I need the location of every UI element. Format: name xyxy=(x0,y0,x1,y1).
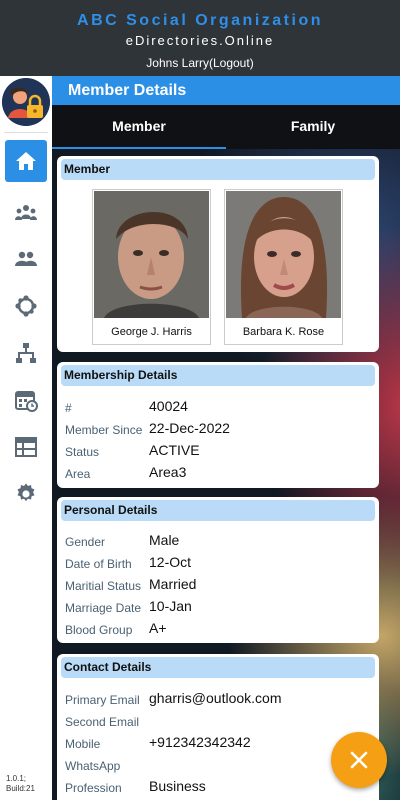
calendar-event-icon xyxy=(15,391,38,412)
contact-row: WhatsApp xyxy=(65,755,375,775)
membership-number-label: # xyxy=(65,401,72,415)
contact-row: Primary Email gharris@outlook.com xyxy=(65,689,375,709)
close-fab-button[interactable] xyxy=(331,732,387,788)
contact-details-card: Contact Details Primary Email gharris@ou… xyxy=(57,654,379,800)
status-label: Status xyxy=(65,445,100,459)
status-value: ACTIVE xyxy=(149,442,200,458)
sidebar: 1.0.1; Build:21 xyxy=(0,76,52,800)
personal-details-card: Personal Details Gender Male Date of Bir… xyxy=(57,497,379,643)
sidebar-item-table[interactable] xyxy=(5,426,47,468)
hierarchy-icon xyxy=(16,343,36,363)
contact-section-heading: Contact Details xyxy=(61,657,375,678)
member-photo-card[interactable]: George J. Harris xyxy=(92,189,211,345)
spouse-photo xyxy=(226,191,341,318)
member-name: George J. Harris xyxy=(111,326,192,338)
personal-row: Gender Male xyxy=(65,531,375,551)
marriage-date-value: 10-Jan xyxy=(149,598,192,614)
member-since-label: Member Since xyxy=(65,423,143,437)
page-title: Member Details xyxy=(68,82,187,99)
mobile-value[interactable]: +912342342342 xyxy=(149,734,251,750)
member-photo xyxy=(94,191,209,318)
personal-row: Marriage Date 10-Jan xyxy=(65,597,375,617)
app-header: ABC Social Organization eDirectories.Onl… xyxy=(0,0,400,76)
active-tab-indicator xyxy=(52,147,226,149)
close-icon xyxy=(350,751,368,769)
sidebar-divider xyxy=(4,132,48,133)
sidebar-item-hierarchy[interactable] xyxy=(5,332,47,374)
personal-row: Blood Group A+ xyxy=(65,619,375,639)
member-since-value: 22-Dec-2022 xyxy=(149,420,230,436)
membership-row: Member Since 22-Dec-2022 xyxy=(65,419,375,439)
membership-row: # 40024 xyxy=(65,397,375,417)
blood-group-label: Blood Group xyxy=(65,623,133,637)
sidebar-item-settings[interactable] xyxy=(5,473,47,515)
membership-section-heading: Membership Details xyxy=(61,365,375,386)
version-number: 1.0.1; xyxy=(6,774,27,783)
mobile-label: Mobile xyxy=(65,737,101,751)
organization-name: ABC Social Organization xyxy=(77,12,323,29)
dob-value: 12-Oct xyxy=(149,554,192,570)
tab-family[interactable]: Family xyxy=(226,105,400,149)
main-content: Member Details Member Family Member Geor… xyxy=(52,76,400,800)
user-logout-link[interactable]: Johns Larry(Logout) xyxy=(0,56,400,70)
sidebar-item-calendar[interactable] xyxy=(5,379,47,421)
marriage-date-label: Marriage Date xyxy=(65,601,142,615)
profession-label: Profession xyxy=(65,781,122,795)
community-icon xyxy=(15,205,37,220)
title-bar: Member Details xyxy=(52,76,400,105)
network-circle-icon xyxy=(15,295,37,317)
dob-label: Date of Birth xyxy=(65,557,132,571)
organization-site: eDirectories.Online xyxy=(125,33,275,48)
groups-icon xyxy=(15,251,37,266)
tab-bar: Member Family xyxy=(52,105,400,149)
area-label: Area xyxy=(65,467,91,481)
gender-label: Gender xyxy=(65,535,106,549)
profile-lock-icon[interactable] xyxy=(2,78,50,126)
member-card: Member George J. Harris Barbara K. Rose xyxy=(57,156,379,352)
table-icon xyxy=(15,437,37,457)
membership-number-value: 40024 xyxy=(149,398,188,414)
marital-status-label: Maritial Status xyxy=(65,579,142,593)
contact-row: Profession Business xyxy=(65,777,375,797)
spouse-photo-card[interactable]: Barbara K. Rose xyxy=(224,189,343,345)
primary-email-value[interactable]: gharris@outlook.com xyxy=(149,690,282,706)
area-value: Area3 xyxy=(149,464,187,480)
membership-row: Status ACTIVE xyxy=(65,441,375,461)
tab-member[interactable]: Member xyxy=(52,105,226,149)
blood-group-value: A+ xyxy=(149,620,167,636)
member-section-heading: Member xyxy=(61,159,375,180)
build-number: Build:21 xyxy=(6,784,35,793)
marital-status-value: Married xyxy=(149,576,197,592)
contact-row: Mobile +912342342342 xyxy=(65,733,375,753)
profession-value: Business xyxy=(149,778,206,794)
primary-email-label: Primary Email xyxy=(65,693,140,707)
second-email-label: Second Email xyxy=(65,715,140,729)
gear-icon xyxy=(17,483,35,502)
membership-row: Area Area3 xyxy=(65,463,375,483)
personal-row: Maritial Status Married xyxy=(65,575,375,595)
whatsapp-label: WhatsApp xyxy=(65,759,121,773)
gender-value: Male xyxy=(149,532,180,548)
sidebar-item-home[interactable] xyxy=(5,140,47,182)
contact-row: Second Email xyxy=(65,711,375,731)
sidebar-item-groups[interactable] xyxy=(5,238,47,280)
home-icon xyxy=(16,152,36,170)
sidebar-item-network[interactable] xyxy=(5,285,47,327)
personal-row: Date of Birth 12-Oct xyxy=(65,553,375,573)
personal-section-heading: Personal Details xyxy=(61,500,375,521)
spouse-name: Barbara K. Rose xyxy=(242,326,325,338)
sidebar-item-community[interactable] xyxy=(5,192,47,234)
membership-details-card: Membership Details # 40024 Member Since … xyxy=(57,362,379,488)
version-info: 1.0.1; Build:21 xyxy=(6,774,35,794)
